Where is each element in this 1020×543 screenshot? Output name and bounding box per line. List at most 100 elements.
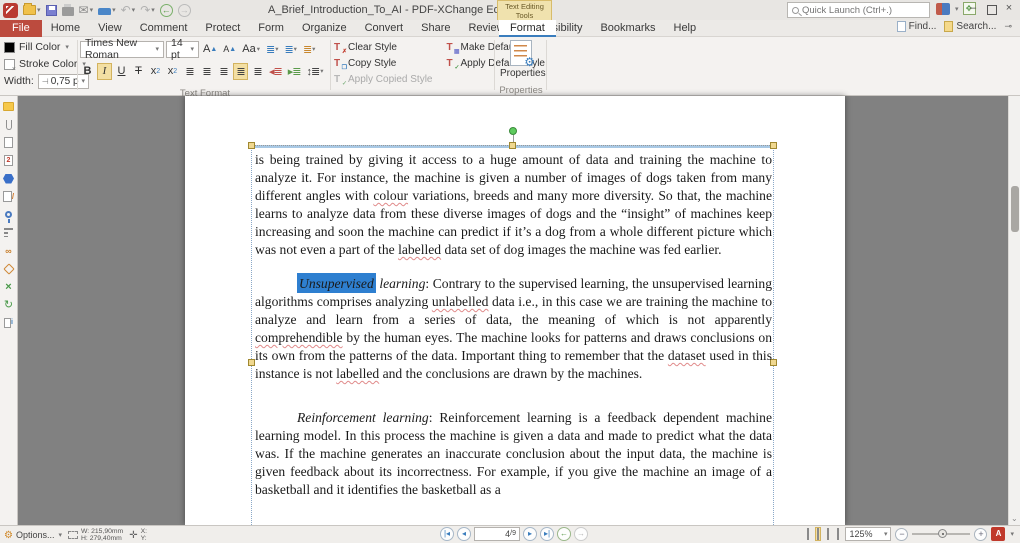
next-view-button[interactable]: →	[574, 527, 588, 541]
tab-file[interactable]: File	[0, 20, 42, 37]
save-button[interactable]	[45, 2, 58, 18]
text-segment: comprehendible	[255, 330, 343, 345]
page-number-input[interactable]: 4/9	[474, 527, 520, 541]
continuous-view-button[interactable]	[815, 527, 822, 541]
resize-handle-mid-left[interactable]	[248, 359, 255, 366]
two-page-continuous-view-button[interactable]	[835, 527, 841, 541]
attachment-icon[interactable]	[2, 118, 15, 131]
scroll-down-icon[interactable]: ⌄	[1011, 514, 1018, 523]
list-style-button[interactable]: ≣ ▾	[301, 41, 317, 58]
location-pin-icon[interactable]	[2, 208, 15, 223]
pin-ribbon-icon[interactable]: ⊸	[1004, 21, 1012, 32]
font-size-select[interactable]: 14 pt ▾	[166, 37, 199, 61]
tab-protect[interactable]: Protect	[196, 20, 249, 37]
measure-icon[interactable]: ×	[2, 280, 15, 293]
pdf-page[interactable]: is being trained by giving it access to …	[185, 96, 845, 525]
tab-share[interactable]: Share	[412, 20, 459, 37]
tab-help[interactable]: Help	[665, 20, 706, 37]
align-justify-all-button[interactable]: ≣	[250, 63, 265, 80]
options-button[interactable]: ⚙ Options... ▾	[4, 530, 62, 541]
page-thumbnail-icon[interactable]	[2, 136, 15, 149]
tab-convert[interactable]: Convert	[356, 20, 413, 37]
bullet-list-button[interactable]: ≣ ▾	[264, 41, 280, 58]
zoom-out-button[interactable]: −	[895, 527, 909, 541]
resize-handle-top-center[interactable]	[508, 142, 516, 149]
close-button[interactable]: ×	[1000, 0, 1018, 18]
shape-icon[interactable]	[2, 172, 15, 185]
zoom-slider-knob[interactable]	[938, 529, 948, 538]
app-logo-icon[interactable]	[2, 2, 19, 18]
redo-button[interactable]: ↷ ▾	[139, 2, 156, 18]
quick-launch-box[interactable]	[787, 2, 930, 18]
subscript-button[interactable]: x2	[148, 63, 163, 80]
resize-handle-top-right[interactable]	[770, 142, 777, 149]
increase-indent-button[interactable]: ▸≣	[286, 63, 303, 80]
align-justify-button[interactable]: ≣	[233, 62, 248, 80]
structure-tree-icon[interactable]	[2, 226, 15, 239]
font-family-select[interactable]: Times New Roman ▾	[80, 37, 164, 61]
bold-button[interactable]: B	[80, 63, 95, 80]
print-button[interactable]	[61, 2, 75, 18]
sticky-note-icon[interactable]	[2, 100, 15, 113]
scan-button[interactable]: ▾	[97, 2, 117, 18]
tab-comment[interactable]: Comment	[131, 20, 197, 37]
customize-toolbar-icon[interactable]	[936, 2, 950, 15]
properties-button[interactable]: Properties	[500, 40, 546, 79]
next-page-button[interactable]: ▸	[523, 527, 537, 541]
pdf-compatibility-icon[interactable]: A	[991, 527, 1006, 541]
strikethrough-button[interactable]: T	[131, 63, 146, 80]
tab-format-active[interactable]: Format	[499, 20, 556, 37]
vertical-scrollbar[interactable]: ⌄	[1008, 96, 1020, 525]
undo-button[interactable]: ↶ ▾	[120, 2, 137, 18]
shrink-font-button[interactable]: A ▲	[221, 41, 238, 58]
text-edit-box[interactable]: is being trained by giving it access to …	[248, 127, 777, 525]
apply-copied-style-button[interactable]: T ✓ Apply Copied Style	[334, 72, 433, 87]
find-button[interactable]: Find...	[896, 21, 936, 32]
change-case-button[interactable]: Aa ▾	[240, 41, 262, 58]
align-left-button[interactable]: ≣	[182, 63, 197, 80]
line-spacing-button[interactable]: ↕≣ ▾	[305, 63, 326, 80]
first-page-button[interactable]: |◂	[440, 527, 454, 541]
page-number-icon[interactable]: 2	[2, 154, 15, 167]
link-icon[interactable]: ∞	[2, 244, 15, 257]
align-right-button[interactable]: ≣	[216, 63, 231, 80]
zoom-slider[interactable]	[912, 529, 971, 538]
maximize-button[interactable]	[982, 0, 1000, 18]
numbered-list-button[interactable]: ≣ ▾	[282, 41, 298, 58]
decrease-indent-button[interactable]: ◂≣	[267, 63, 284, 80]
align-center-button[interactable]: ≣	[199, 63, 214, 80]
single-page-view-button[interactable]	[805, 527, 811, 541]
open-file-button[interactable]: ▾	[22, 2, 42, 18]
previous-page-button[interactable]: ◂	[457, 527, 471, 541]
tab-form[interactable]: Form	[249, 20, 293, 37]
document-text[interactable]: is being trained by giving it access to …	[255, 151, 772, 499]
grow-font-button[interactable]: A ▲	[201, 41, 219, 58]
sign-document-icon[interactable]	[2, 190, 15, 203]
tab-view[interactable]: View	[89, 20, 131, 37]
rotation-handle[interactable]	[508, 127, 517, 135]
tab-bookmarks[interactable]: Bookmarks	[591, 20, 664, 37]
zoom-level-select[interactable]: 125% ▾	[845, 527, 892, 541]
search-button[interactable]: Search...	[944, 21, 996, 32]
two-page-view-button[interactable]	[825, 527, 831, 541]
tag-icon[interactable]	[2, 262, 15, 275]
superscript-button[interactable]: x2	[165, 63, 180, 80]
tab-organize[interactable]: Organize	[293, 20, 356, 37]
page-info-icon[interactable]	[2, 316, 15, 329]
email-button[interactable]: ✉ ▾	[78, 2, 95, 18]
zoom-in-button[interactable]: +	[974, 527, 988, 541]
underline-button[interactable]: U	[114, 63, 129, 80]
scrollbar-thumb[interactable]	[1011, 186, 1019, 232]
stamp-icon[interactable]: ↻	[2, 298, 15, 311]
quick-launch-input[interactable]	[802, 4, 925, 16]
resize-handle-top-left[interactable]	[248, 142, 255, 149]
minimize-button[interactable]: –	[964, 0, 982, 18]
history-back-button[interactable]: ←	[159, 2, 174, 18]
clear-style-button[interactable]: T ✗ Clear Style	[334, 40, 433, 55]
tab-home[interactable]: Home	[42, 20, 89, 37]
previous-view-button[interactable]: ←	[557, 527, 571, 541]
copy-style-button[interactable]: T ❐ Copy Style	[334, 56, 433, 71]
italic-button[interactable]: I	[97, 62, 112, 80]
last-page-button[interactable]: ▸|	[540, 527, 554, 541]
history-forward-button[interactable]: →	[177, 2, 192, 18]
